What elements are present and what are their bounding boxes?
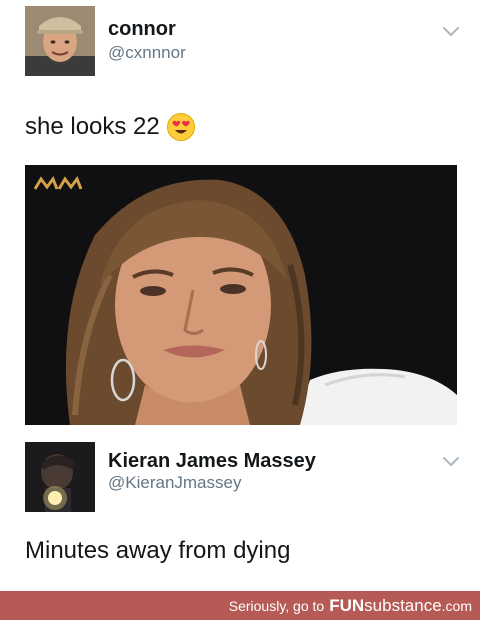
avatar-image — [25, 6, 95, 76]
heart-eyes-emoji-icon — [166, 113, 195, 141]
display-name[interactable]: Kieran James Massey — [108, 450, 316, 473]
footer-brand-rest: substance — [364, 595, 442, 615]
avatar-image — [25, 442, 95, 512]
tweet-header: connor @cxnnnor — [0, 0, 480, 80]
footer-banner[interactable]: Seriously, go to FUN substance .com — [0, 591, 480, 620]
footer-brand-tld: .com — [441, 597, 472, 614]
tweet-text: Minutes away from dying — [25, 537, 290, 565]
tweet-media-image[interactable] — [25, 165, 457, 425]
tweet-text: she looks 22 — [25, 112, 196, 142]
logo-watermark-icon — [33, 175, 83, 190]
footer-prefix-text: Seriously, go to — [228, 597, 325, 614]
avatar[interactable] — [25, 442, 95, 512]
avatar[interactable] — [25, 6, 95, 76]
portrait-photo — [25, 165, 457, 425]
chevron-down-icon[interactable] — [440, 20, 462, 42]
chevron-down-icon[interactable] — [440, 450, 462, 472]
display-name[interactable]: connor — [108, 18, 176, 41]
tweet-text-content: Minutes away from dying — [25, 537, 291, 564]
user-handle[interactable]: @cxnnnor — [108, 43, 186, 63]
tweet-header: Kieran James Massey @KieranJmassey — [0, 430, 480, 512]
footer-brand-bold: FUN — [329, 595, 365, 615]
tweet-text-content: she looks 22 — [25, 113, 160, 140]
user-handle[interactable]: @KieranJmassey — [108, 473, 241, 493]
